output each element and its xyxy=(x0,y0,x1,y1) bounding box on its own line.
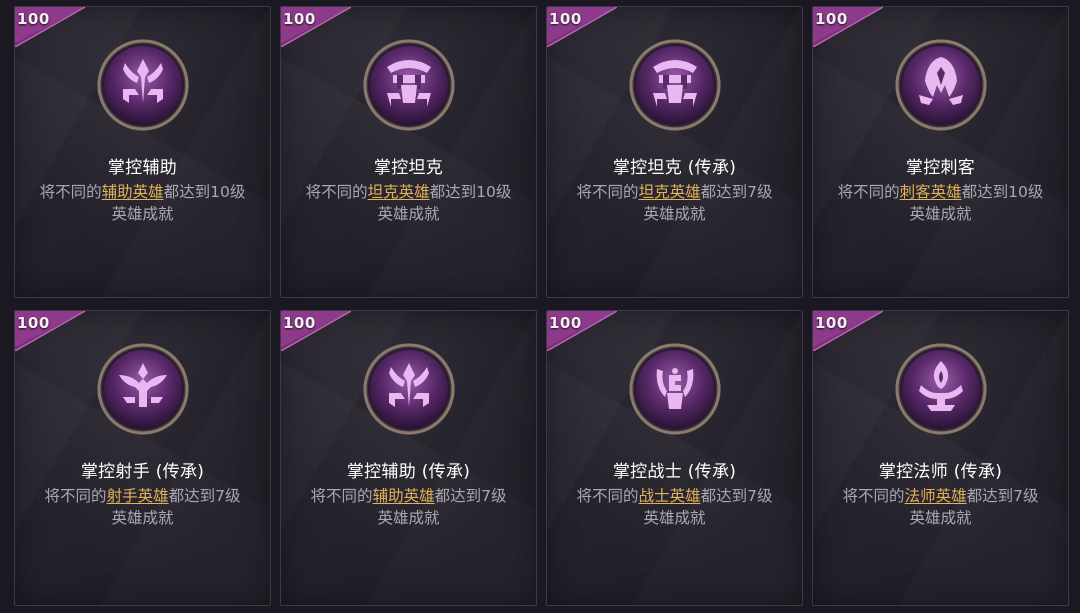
points-badge: 100 xyxy=(281,7,351,47)
mage-emblem-icon xyxy=(893,341,989,437)
desc-post: 都达到10级 xyxy=(961,183,1044,201)
points-value: 100 xyxy=(549,314,582,332)
achievement-card[interactable]: 100 掌控法师 (传承) 将不同的法师英雄都达到7级 英雄成就 xyxy=(812,310,1069,606)
achievement-title: 掌控坦克 xyxy=(373,158,444,178)
requirement-line: 将不同的坦克英雄都达到10级 xyxy=(281,181,536,203)
marksman-emblem-icon xyxy=(95,341,191,437)
desc-post: 都达到7级 xyxy=(966,487,1039,505)
tank-emblem-icon xyxy=(627,37,723,133)
requirement-line: 将不同的刺客英雄都达到10级 xyxy=(813,181,1068,203)
hero-class-link[interactable]: 刺客英雄 xyxy=(900,183,962,201)
desc-post: 都达到10级 xyxy=(163,183,246,201)
achievement-category: 英雄成就 xyxy=(643,509,706,527)
requirement-line: 将不同的战士英雄都达到7级 xyxy=(547,485,802,507)
points-value: 100 xyxy=(815,10,848,28)
achievement-category: 英雄成就 xyxy=(111,205,174,223)
achievement-description: 将不同的刺客英雄都达到10级 英雄成就 xyxy=(813,181,1068,225)
points-value: 100 xyxy=(17,314,50,332)
achievement-category: 英雄成就 xyxy=(111,509,174,527)
points-value: 100 xyxy=(283,10,316,28)
hero-class-link[interactable]: 坦克英雄 xyxy=(368,183,430,201)
achievement-card[interactable]: 100 掌控刺客 将不同的刺客英雄都达到10级 英雄成就 xyxy=(812,6,1069,298)
hero-class-link[interactable]: 射手英雄 xyxy=(107,487,169,505)
requirement-line: 将不同的辅助英雄都达到7级 xyxy=(281,485,536,507)
points-value: 100 xyxy=(815,314,848,332)
requirement-line: 将不同的辅助英雄都达到10级 xyxy=(15,181,270,203)
assassin-emblem-icon xyxy=(893,37,989,133)
hero-class-link[interactable]: 法师英雄 xyxy=(905,487,967,505)
achievement-category: 英雄成就 xyxy=(909,205,972,223)
achievement-category: 英雄成就 xyxy=(909,509,972,527)
desc-pre: 将不同的 xyxy=(842,487,905,505)
achievement-card[interactable]: 100 掌控坦克 (传承) 将不同的坦克英雄都达到7级 英雄成就 xyxy=(546,6,803,298)
desc-pre: 将不同的 xyxy=(39,183,102,201)
fighter-emblem-icon xyxy=(627,341,723,437)
hero-class-link[interactable]: 辅助英雄 xyxy=(373,487,435,505)
achievement-description: 将不同的辅助英雄都达到10级 英雄成就 xyxy=(15,181,270,225)
achievement-title: 掌控法师 (传承) xyxy=(878,462,1003,482)
support-emblem-icon xyxy=(361,341,457,437)
desc-pre: 将不同的 xyxy=(305,183,368,201)
requirement-line: 将不同的射手英雄都达到7级 xyxy=(15,485,270,507)
points-value: 100 xyxy=(283,314,316,332)
desc-pre: 将不同的 xyxy=(310,487,373,505)
achievement-description: 将不同的坦克英雄都达到7级 英雄成就 xyxy=(547,181,802,225)
desc-pre: 将不同的 xyxy=(576,487,639,505)
achievement-title: 掌控战士 (传承) xyxy=(612,462,737,482)
desc-post: 都达到7级 xyxy=(434,487,507,505)
desc-post: 都达到7级 xyxy=(168,487,241,505)
achievement-card[interactable]: 100 掌控射手 (传承) 将不同的射手英雄都达到7级 英雄成就 xyxy=(14,310,271,606)
desc-post: 都达到7级 xyxy=(700,183,773,201)
achievement-description: 将不同的射手英雄都达到7级 英雄成就 xyxy=(15,485,270,529)
points-badge: 100 xyxy=(547,311,617,351)
desc-pre: 将不同的 xyxy=(44,487,107,505)
achievement-description: 将不同的辅助英雄都达到7级 英雄成就 xyxy=(281,485,536,529)
achievement-card[interactable]: 100 掌控坦克 将不同的坦克英雄都达到10级 英雄成就 xyxy=(280,6,537,298)
points-badge: 100 xyxy=(813,7,883,47)
achievement-category: 英雄成就 xyxy=(643,205,706,223)
hero-class-link[interactable]: 辅助英雄 xyxy=(102,183,164,201)
points-badge: 100 xyxy=(15,7,85,47)
points-value: 100 xyxy=(549,10,582,28)
achievement-category: 英雄成就 xyxy=(377,509,440,527)
desc-pre: 将不同的 xyxy=(576,183,639,201)
achievement-title: 掌控坦克 (传承) xyxy=(612,158,737,178)
desc-pre: 将不同的 xyxy=(837,183,900,201)
hero-class-link[interactable]: 战士英雄 xyxy=(639,487,701,505)
points-badge: 100 xyxy=(813,311,883,351)
achievement-title: 掌控辅助 (传承) xyxy=(346,462,471,482)
achievement-title: 掌控刺客 xyxy=(905,158,976,178)
desc-post: 都达到7级 xyxy=(700,487,773,505)
requirement-line: 将不同的坦克英雄都达到7级 xyxy=(547,181,802,203)
achievement-category: 英雄成就 xyxy=(377,205,440,223)
support-emblem-icon xyxy=(95,37,191,133)
tank-emblem-icon xyxy=(361,37,457,133)
hero-class-link[interactable]: 坦克英雄 xyxy=(639,183,701,201)
points-badge: 100 xyxy=(547,7,617,47)
achievement-card[interactable]: 100 掌控战士 (传承) 将不同的战士英雄都达到7级 英雄成就 xyxy=(546,310,803,606)
achievement-title: 掌控辅助 xyxy=(107,158,178,178)
achievement-card[interactable]: 100 掌控辅助 (传承) 将不同的辅助英雄都达到7级 英雄成就 xyxy=(280,310,537,606)
desc-post: 都达到10级 xyxy=(429,183,512,201)
points-value: 100 xyxy=(17,10,50,28)
achievement-grid: 100 掌控辅助 将不同的辅助英雄都达到10级 英雄成就 100 掌控坦克 将不… xyxy=(0,0,1080,613)
achievement-description: 将不同的坦克英雄都达到10级 英雄成就 xyxy=(281,181,536,225)
achievement-description: 将不同的法师英雄都达到7级 英雄成就 xyxy=(813,485,1068,529)
achievement-title: 掌控射手 (传承) xyxy=(80,462,205,482)
requirement-line: 将不同的法师英雄都达到7级 xyxy=(813,485,1068,507)
points-badge: 100 xyxy=(15,311,85,351)
achievement-description: 将不同的战士英雄都达到7级 英雄成就 xyxy=(547,485,802,529)
achievement-card[interactable]: 100 掌控辅助 将不同的辅助英雄都达到10级 英雄成就 xyxy=(14,6,271,298)
points-badge: 100 xyxy=(281,311,351,351)
